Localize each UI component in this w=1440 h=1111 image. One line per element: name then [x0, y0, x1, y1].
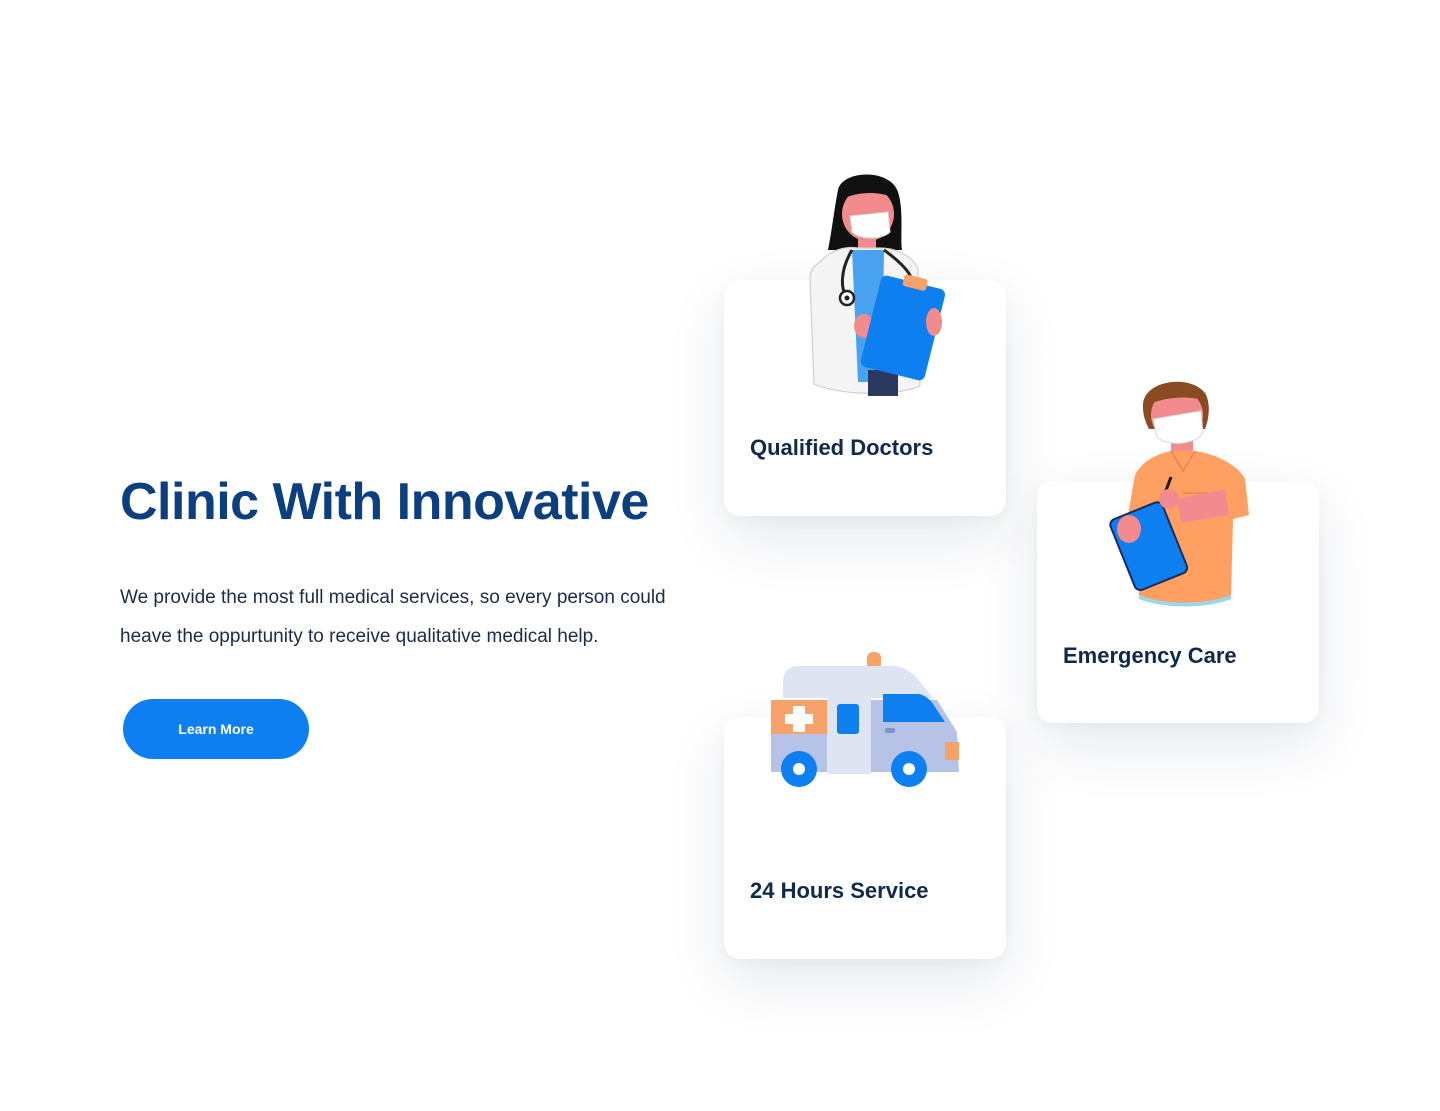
- ambulance-illustration-icon: [771, 652, 959, 787]
- doctor-illustration-icon: [809, 174, 946, 396]
- feature-card-title: Emergency Care: [1063, 643, 1237, 668]
- hero-description: We provide the most full medical service…: [120, 587, 666, 647]
- feature-card-title: Qualified Doctors: [750, 435, 934, 460]
- hero-title: Clinic With Innovative: [120, 473, 649, 531]
- nurse-illustration-icon: [1109, 381, 1249, 607]
- feature-card-title: 24 Hours Service: [750, 878, 929, 903]
- learn-more-button[interactable]: Learn More: [123, 699, 309, 759]
